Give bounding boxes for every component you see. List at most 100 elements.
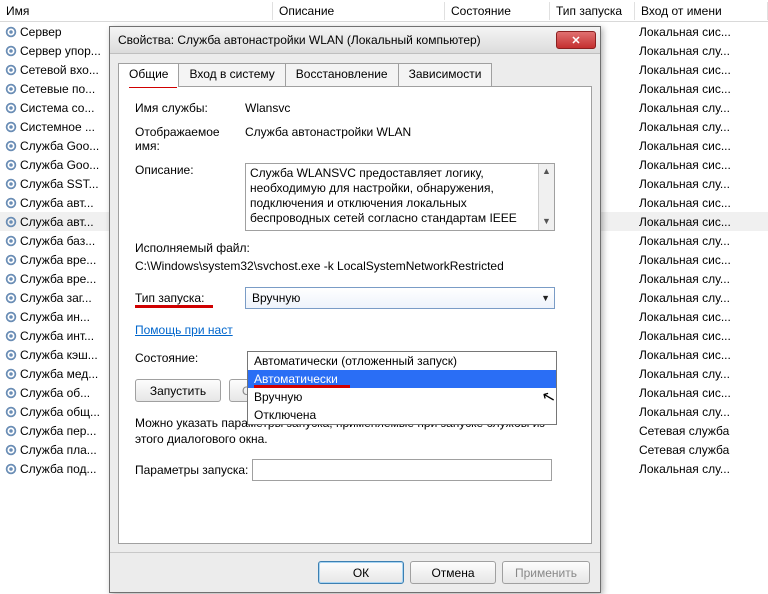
service-logon: Локальная сис... (635, 158, 768, 172)
col-logon[interactable]: Вход от имени (635, 2, 768, 20)
service-name: Служба вре... (20, 253, 96, 267)
col-desc[interactable]: Описание (273, 2, 445, 20)
gear-icon (4, 101, 18, 115)
startup-type-selected: Вручную (252, 291, 300, 305)
scroll-up-icon[interactable]: ▲ (539, 164, 554, 180)
service-name: Служба Goo... (20, 158, 99, 172)
chevron-down-icon: ▼ (541, 293, 550, 303)
label-display-name: Отображаемое имя: (135, 125, 245, 153)
service-name: Сервер упор... (20, 44, 101, 58)
value-display-name: Служба автонастройки WLAN (245, 125, 575, 139)
gear-icon (4, 177, 18, 191)
service-logon: Локальная сис... (635, 25, 768, 39)
service-logon: Локальная сис... (635, 196, 768, 210)
service-logon: Локальная сис... (635, 215, 768, 229)
service-logon: Сетевая служба (635, 424, 768, 438)
service-name: Сетевые по... (20, 82, 95, 96)
service-name: Системное ... (20, 120, 95, 134)
description-box[interactable]: Служба WLANSVC предоставляет логику, нео… (245, 163, 555, 231)
service-logon: Локальная слу... (635, 272, 768, 286)
service-name: Служба SST... (20, 177, 99, 191)
service-name: Служба об... (20, 386, 90, 400)
ok-button[interactable]: ОК (318, 561, 404, 584)
tab-logon[interactable]: Вход в систему (178, 63, 285, 87)
gear-icon (4, 234, 18, 248)
gear-icon (4, 25, 18, 39)
gear-icon (4, 272, 18, 286)
dialog-footer: ОК Отмена Применить (110, 552, 600, 592)
gear-icon (4, 139, 18, 153)
service-name: Система со... (20, 101, 94, 115)
service-logon: Локальная слу... (635, 177, 768, 191)
value-service-name: Wlansvc (245, 101, 575, 115)
startup-type-dropdown[interactable]: Автоматически (отложенный запуск) Автома… (247, 351, 557, 425)
annotation-underline (254, 385, 350, 388)
label-status: Состояние: (135, 351, 245, 365)
help-link[interactable]: Помощь при наст (135, 323, 233, 337)
gear-icon (4, 158, 18, 172)
value-exe-path: C:\Windows\system32\svchost.exe -k Local… (135, 259, 575, 273)
service-logon: Локальная сис... (635, 348, 768, 362)
tab-recovery[interactable]: Восстановление (285, 63, 399, 87)
startup-params-input[interactable] (252, 459, 552, 481)
dialog-titlebar[interactable]: Свойства: Служба автонастройки WLAN (Лок… (110, 27, 600, 54)
startup-option[interactable]: Отключена (248, 406, 556, 424)
service-logon: Локальная слу... (635, 405, 768, 419)
startup-type-combo[interactable]: Вручную ▼ (245, 287, 555, 309)
gear-icon (4, 405, 18, 419)
gear-icon (4, 367, 18, 381)
service-name: Служба пер... (20, 424, 96, 438)
service-name: Служба авт... (20, 215, 94, 229)
dialog-title: Свойства: Служба автонастройки WLAN (Лок… (118, 33, 556, 47)
gear-icon (4, 291, 18, 305)
service-name: Служба под... (20, 462, 96, 476)
gear-icon (4, 329, 18, 343)
service-name: Служба кэш... (20, 348, 98, 362)
service-logon: Локальная слу... (635, 234, 768, 248)
service-name: Сетевой вхо... (20, 63, 99, 77)
gear-icon (4, 386, 18, 400)
service-logon: Локальная сис... (635, 310, 768, 324)
label-params: Параметры запуска: (135, 463, 248, 477)
service-logon: Локальная сис... (635, 329, 768, 343)
service-logon: Локальная слу... (635, 120, 768, 134)
service-logon: Локальная сис... (635, 139, 768, 153)
gear-icon (4, 63, 18, 77)
cancel-button[interactable]: Отмена (410, 561, 496, 584)
gear-icon (4, 82, 18, 96)
service-logon: Сетевая служба (635, 443, 768, 457)
service-name: Служба Goo... (20, 139, 99, 153)
service-name: Служба авт... (20, 196, 94, 210)
gear-icon (4, 348, 18, 362)
start-button[interactable]: Запустить (135, 379, 221, 402)
tab-deps[interactable]: Зависимости (398, 63, 493, 87)
service-name: Служба ин... (20, 310, 90, 324)
label-startup-type: Тип запуска: (135, 291, 245, 305)
col-name[interactable]: Имя (0, 2, 273, 20)
service-name: Служба инт... (20, 329, 94, 343)
gear-icon (4, 120, 18, 134)
scroll-down-icon[interactable]: ▼ (539, 214, 554, 230)
gear-icon (4, 424, 18, 438)
service-logon: Локальная сис... (635, 386, 768, 400)
service-name: Служба пла... (20, 443, 97, 457)
service-name: Сервер (20, 25, 62, 39)
gear-icon (4, 215, 18, 229)
col-state[interactable]: Состояние (445, 2, 550, 20)
tab-general[interactable]: Общие (118, 63, 179, 87)
label-service-name: Имя службы: (135, 101, 245, 115)
service-logon: Локальная слу... (635, 462, 768, 476)
close-button[interactable]: ✕ (556, 31, 596, 49)
startup-option[interactable]: Автоматически (отложенный запуск) (248, 352, 556, 370)
gear-icon (4, 443, 18, 457)
service-name: Служба общ... (20, 405, 100, 419)
label-description: Описание: (135, 163, 245, 177)
description-scrollbar[interactable]: ▲ ▼ (538, 164, 554, 230)
gear-icon (4, 310, 18, 324)
startup-option[interactable]: Автоматически (248, 370, 556, 388)
services-list-header: Имя Описание Состояние Тип запуска Вход … (0, 0, 768, 22)
col-start[interactable]: Тип запуска (550, 2, 635, 20)
startup-option[interactable]: Вручную (248, 388, 556, 406)
gear-icon (4, 462, 18, 476)
value-description: Служба WLANSVC предоставляет логику, нео… (250, 166, 517, 225)
